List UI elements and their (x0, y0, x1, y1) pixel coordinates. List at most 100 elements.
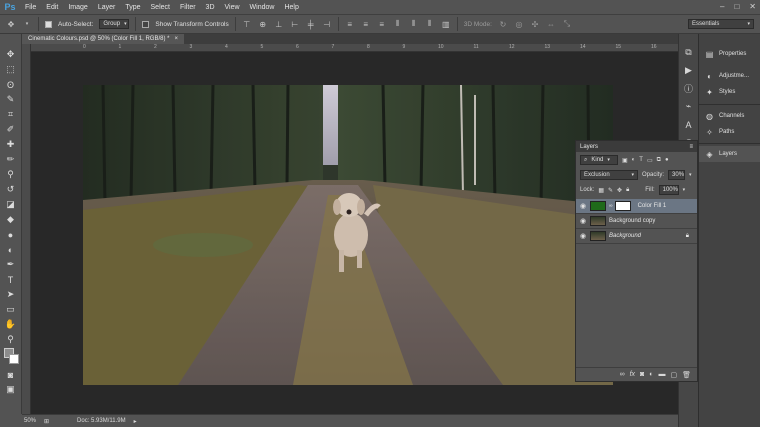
new-adjustment-layer-icon[interactable]: ◐ (649, 371, 653, 378)
menu-layer[interactable]: Layer (93, 4, 121, 11)
brush-tool-icon[interactable]: ✏ (4, 153, 18, 166)
menu-edit[interactable]: Edit (41, 4, 63, 11)
menu-file[interactable]: File (20, 4, 41, 11)
menu-view[interactable]: View (220, 4, 245, 11)
marquee-tool-icon[interactable]: ⬚ (4, 63, 18, 76)
distribute-bottom-icon[interactable]: ≡ (377, 19, 387, 29)
panel-menu-icon[interactable]: ≡ (689, 144, 693, 150)
distribute-right-icon[interactable]: ⦀ (425, 19, 435, 29)
color-swatches-icon[interactable] (3, 348, 19, 366)
chevron-down-icon[interactable]: ▾ (683, 187, 686, 193)
auto-select-dropdown[interactable]: Group ▾ (99, 19, 130, 29)
lock-position-icon[interactable]: ✥ (617, 187, 622, 194)
eraser-tool-icon[interactable]: ◪ (4, 198, 18, 211)
3d-scale-icon[interactable]: ⤡ (562, 19, 572, 29)
share-icon[interactable]: ⊞ (44, 418, 49, 425)
move-tool-icon[interactable]: ✥ (4, 48, 18, 61)
new-layer-icon[interactable]: ▢ (670, 371, 677, 379)
blur-tool-icon[interactable]: ● (4, 228, 18, 241)
lock-transparent-icon[interactable]: ▦ (598, 187, 604, 194)
layer-name[interactable]: Background copy (609, 218, 655, 224)
maximize-button[interactable]: □ (734, 2, 739, 11)
move-tool-preset-icon[interactable]: ✥ (6, 19, 16, 29)
add-layer-style-button[interactable]: fx (630, 371, 635, 378)
document-tab[interactable]: Cinematic Colours.psd @ 50% (Color Fill … (22, 34, 184, 44)
history-brush-tool-icon[interactable]: ↺ (4, 183, 18, 196)
filter-adjustment-icon[interactable]: ◐ (632, 157, 636, 163)
panel-adjustments[interactable]: ◐ Adjustme... (699, 68, 760, 84)
3d-pan-icon[interactable]: ✣ (530, 19, 540, 29)
zoom-level[interactable]: 50% (24, 418, 36, 424)
brush-preset-icon[interactable]: ⌁ (682, 100, 696, 113)
visibility-eye-icon[interactable]: ◉ (576, 217, 590, 225)
trash-icon[interactable]: 🗑︎ (682, 371, 691, 379)
layer-color-fill[interactable]: ◉ ∞ Color Fill 1 (576, 199, 697, 214)
chevron-down-icon[interactable]: ▾ (689, 172, 692, 178)
minimize-button[interactable]: – (720, 2, 724, 11)
history-icon[interactable]: ⧉ (682, 46, 696, 59)
filter-shape-icon[interactable]: ▭ (647, 157, 653, 164)
menu-window[interactable]: Window (245, 4, 280, 11)
background-color-swatch[interactable] (8, 354, 19, 364)
hand-tool-icon[interactable]: ✋ (4, 318, 18, 331)
quick-mask-icon[interactable]: ◙ (4, 368, 18, 381)
panel-channels[interactable]: ◍ Channels (699, 108, 760, 124)
info-icon[interactable]: ⓘ (682, 82, 696, 95)
align-right-icon[interactable]: ⊣ (322, 19, 332, 29)
shape-tool-icon[interactable]: ▭ (4, 303, 18, 316)
filter-smart-object-icon[interactable]: ⧉ (657, 157, 661, 164)
3d-rotate-icon[interactable]: ↻ (498, 19, 508, 29)
filter-type-icon[interactable]: T (639, 157, 643, 163)
chevron-right-icon[interactable]: ▸ (134, 418, 137, 425)
align-center-icon[interactable]: ╪ (306, 19, 316, 29)
3d-slide-icon[interactable]: ⇔ (546, 19, 556, 29)
workspace-dropdown[interactable]: Essentials ▾ (688, 19, 754, 29)
auto-align-icon[interactable]: ▥ (441, 19, 451, 29)
paint-bucket-tool-icon[interactable]: ◆ (4, 213, 18, 226)
chevron-down-icon[interactable]: ▾ (22, 19, 32, 29)
opacity-input[interactable]: 30% (668, 170, 686, 180)
layer-mask-thumbnail[interactable] (614, 201, 631, 211)
close-tab-button[interactable]: × (174, 36, 178, 42)
menu-help[interactable]: Help (279, 4, 303, 11)
vertical-ruler[interactable] (22, 44, 31, 414)
document-size[interactable]: Doc: 5.93M/11.9M (77, 418, 126, 424)
panel-properties[interactable]: ▤ Properties (699, 46, 760, 62)
eyedropper-tool-icon[interactable]: ✐ (4, 123, 18, 136)
clone-stamp-tool-icon[interactable]: ⚲ (4, 168, 18, 181)
link-layers-icon[interactable]: ∞ (620, 371, 625, 378)
crop-tool-icon[interactable]: ⌗ (4, 108, 18, 121)
character-icon[interactable]: A (682, 118, 696, 131)
show-transform-checkbox[interactable] (142, 20, 150, 28)
menu-3d[interactable]: 3D (201, 4, 220, 11)
menu-type[interactable]: Type (120, 4, 145, 11)
dodge-tool-icon[interactable]: ◐ (4, 243, 18, 256)
panel-styles[interactable]: ✦ Styles (699, 84, 760, 100)
layer-background-copy[interactable]: ◉ Background copy (576, 214, 697, 229)
distribute-middle-icon[interactable]: ≡ (361, 19, 371, 29)
3d-roll-icon[interactable]: ◎ (514, 19, 524, 29)
path-select-tool-icon[interactable]: ➤ (4, 288, 18, 301)
add-mask-icon[interactable]: ◙ (640, 371, 644, 378)
align-top-icon[interactable]: ⊤ (242, 19, 252, 29)
horizontal-ruler[interactable]: 01234567891011121314151617 (31, 44, 692, 52)
filter-kind-dropdown[interactable]: ⌕ Kind ▾ (580, 155, 618, 165)
layer-background[interactable]: ◉ Background 🔒︎ (576, 229, 697, 244)
zoom-tool-icon[interactable]: ⚲ (4, 333, 18, 346)
type-tool-icon[interactable]: T (4, 273, 18, 286)
menu-select[interactable]: Select (146, 4, 175, 11)
screen-mode-icon[interactable]: ▣ (4, 383, 18, 396)
visibility-eye-icon[interactable]: ◉ (576, 202, 590, 210)
panel-paths[interactable]: ✧ Paths (699, 124, 760, 140)
pen-tool-icon[interactable]: ✒ (4, 258, 18, 271)
document-image[interactable] (83, 85, 613, 385)
distribute-top-icon[interactable]: ≡ (345, 19, 355, 29)
lock-all-icon[interactable]: 🔒︎ (626, 187, 629, 194)
menu-filter[interactable]: Filter (175, 4, 201, 11)
align-bottom-icon[interactable]: ⊥ (274, 19, 284, 29)
filter-toggle-icon[interactable]: ● (665, 157, 669, 163)
close-window-button[interactable]: ✕ (749, 2, 756, 11)
filter-pixel-icon[interactable]: ▣ (622, 157, 628, 164)
new-group-icon[interactable]: ▬ (658, 371, 665, 378)
healing-brush-tool-icon[interactable]: ✚ (4, 138, 18, 151)
